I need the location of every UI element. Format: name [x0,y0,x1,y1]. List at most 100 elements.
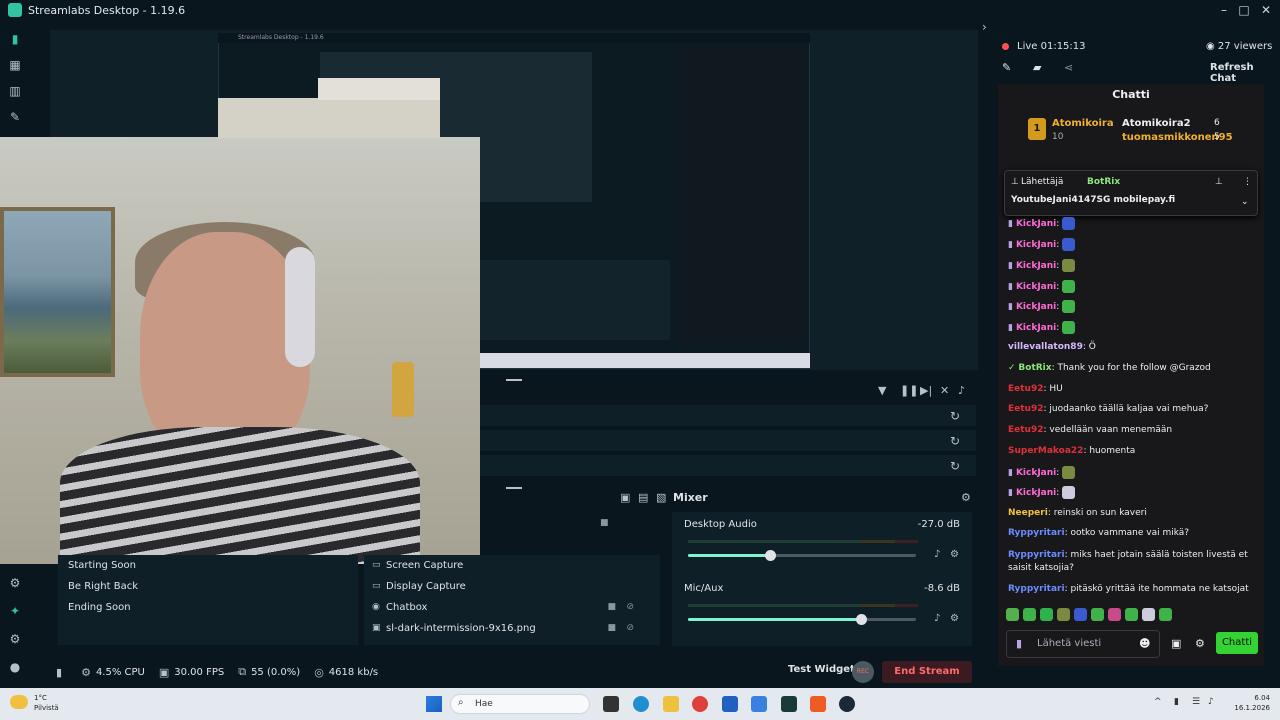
integrations-icon[interactable]: ⚙ [8,576,22,590]
speaker-tray-icon[interactable]: ♪ [1208,697,1214,707]
gift-icon[interactable]: ▣ [1171,637,1181,650]
end-stream-button[interactable]: End Stream [882,661,972,683]
taskbar-search[interactable]: Hae [450,694,590,714]
system-clock[interactable]: 6.04 16.1.2026 [1214,693,1270,713]
network-icon[interactable]: ☰ [1192,697,1200,707]
emote-icon[interactable] [1006,608,1019,621]
close-button[interactable]: ✕ [1256,0,1276,20]
channel-settings-icon[interactable]: ⚙ [950,613,959,624]
chat-nick[interactable]: Eetu92 [1008,425,1044,435]
store-icon[interactable] [722,696,738,712]
record-button[interactable]: REC [852,661,874,683]
chat-send-button[interactable]: Chatti [1216,632,1258,654]
edit-icon[interactable]: ✎ [1002,61,1011,74]
layout-icon[interactable]: ▦ [8,58,22,72]
chat-input[interactable]: Lähetä viesti [1006,630,1160,658]
leader-second-name[interactable]: Atomikoira2 [1122,118,1191,129]
pinned-message[interactable]: ⊥ Lähettäjä BotRix ⊥ ⋮ YoutubeJani4147SG… [1004,170,1258,216]
chat-nick[interactable]: KickJani [1016,488,1056,498]
skip-icon[interactable]: ▶| [920,384,932,397]
emote-icon[interactable] [1091,608,1104,621]
chat-nick[interactable]: Eetu92 [1008,404,1044,414]
chat-nick[interactable]: KickJani [1016,302,1056,312]
minimize-button[interactable]: – [1214,0,1234,20]
chat-nick[interactable]: Ryppyritari [1008,584,1065,594]
chevron-down-icon[interactable]: ⌄ [1241,197,1249,207]
alert-row[interactable]: ↻ [480,455,976,477]
speaker-icon[interactable]: ♪ [934,549,940,560]
scene-item[interactable]: Ending Soon [68,602,131,613]
more-options-icon[interactable]: ⋮ [1243,177,1252,187]
chat-nick[interactable]: BotRix [1018,363,1051,373]
emote-icon[interactable] [1108,608,1121,621]
chat-nick[interactable]: KickJani [1016,240,1056,250]
maximize-button[interactable]: □ [1234,0,1254,20]
task-view-icon[interactable] [603,696,619,712]
emote-icon[interactable] [1074,608,1087,621]
tools-icon[interactable]: ✎ [8,110,22,124]
file-explorer-icon[interactable] [663,696,679,712]
channel-settings-icon[interactable]: ⚙ [950,549,959,560]
volume-slider-knob[interactable] [856,614,868,625]
chat-nick[interactable]: KickJani [1016,282,1056,292]
scene-item[interactable]: Be Right Back [68,581,138,592]
outlook-icon[interactable] [751,696,767,712]
mic-icon[interactable]: ▮ [1016,637,1022,650]
lock-icon[interactable]: ■ [607,602,616,612]
chat-nick[interactable]: Ryppyritari [1008,550,1065,560]
emote-icon[interactable] [1159,608,1172,621]
hidden-eye-icon[interactable]: ⊘ [626,623,634,633]
source-item[interactable]: ◉ Chatbox ■ ⊘ [364,602,660,616]
chat-nick[interactable]: KickJani [1016,323,1056,333]
volume-slider-knob[interactable] [765,550,777,561]
chat-settings-icon[interactable]: ⚙ [1195,637,1205,650]
chat-nick[interactable]: KickJani [1016,219,1056,229]
hidden-eye-icon[interactable]: ⊘ [626,602,634,612]
chat-nick[interactable]: SuperMakoa22 [1008,446,1083,456]
settings-icon[interactable]: ⚙ [8,632,22,646]
windows-start-icon[interactable] [426,696,442,712]
volume-slider[interactable] [688,550,916,561]
pause-icon[interactable]: ❚❚ [900,384,918,397]
filter-icon[interactable]: ▼ [878,384,886,397]
lock-icon[interactable]: ■ [607,623,616,633]
streamlabs-taskbar-icon[interactable] [781,696,797,712]
refresh-chat-button[interactable]: Refresh Chat [1210,62,1280,84]
refresh-icon[interactable]: ↻ [950,409,960,423]
steam-icon[interactable] [839,696,855,712]
profile-icon[interactable]: ● [8,660,22,674]
scene-item[interactable]: Starting Soon [68,560,136,571]
chat-nick[interactable]: KickJani [1016,261,1056,271]
emote-icon[interactable] [1023,608,1036,621]
performance-icon[interactable]: ▮ [56,666,67,679]
mute-icon[interactable]: ✕ [940,384,949,397]
weather-icon[interactable] [10,695,28,709]
emote-icon[interactable] [1057,608,1070,621]
popout-icon[interactable]: ▰ [1033,61,1041,74]
lock-icon[interactable]: ■ [600,518,609,528]
unpin-icon[interactable]: ⊥ [1215,177,1223,187]
chat-nick[interactable]: Ryppyritari [1008,528,1065,538]
leader-first-name[interactable]: Atomikoira [1052,118,1114,129]
chrome-icon[interactable] [692,696,708,712]
refresh-icon[interactable]: ↻ [950,434,960,448]
share-icon[interactable]: ⋖ [1064,61,1073,74]
mixer-settings-icon[interactable]: ⚙ [961,491,971,504]
chat-nick[interactable]: Eetu92 [1008,384,1044,394]
library-icon[interactable]: ▥ [8,84,22,98]
volume-slider[interactable] [688,614,916,625]
refresh-icon[interactable]: ↻ [950,459,960,473]
source-item[interactable]: ▣ sl-dark-intermission-9x16.png ■ ⊘ [364,623,660,637]
emote-icon[interactable] [1040,608,1053,621]
scene-folder-icon[interactable]: ▣ [620,491,630,504]
chat-nick[interactable]: Neeperi [1008,508,1048,518]
source-folder-icon[interactable]: ▤ [638,491,648,504]
chat-nick[interactable]: villevallaton89 [1008,342,1083,352]
apps-icon[interactable]: ✦ [8,604,22,618]
emote-icon[interactable] [1142,608,1155,621]
folder-icon[interactable]: ▧ [656,491,666,504]
volume-icon[interactable]: ♪ [958,384,965,397]
alert-row[interactable]: ↻ [480,405,976,427]
test-widgets-button[interactable]: Test Widgets [788,664,861,675]
microphone-tray-icon[interactable]: ▮ [1174,697,1179,707]
